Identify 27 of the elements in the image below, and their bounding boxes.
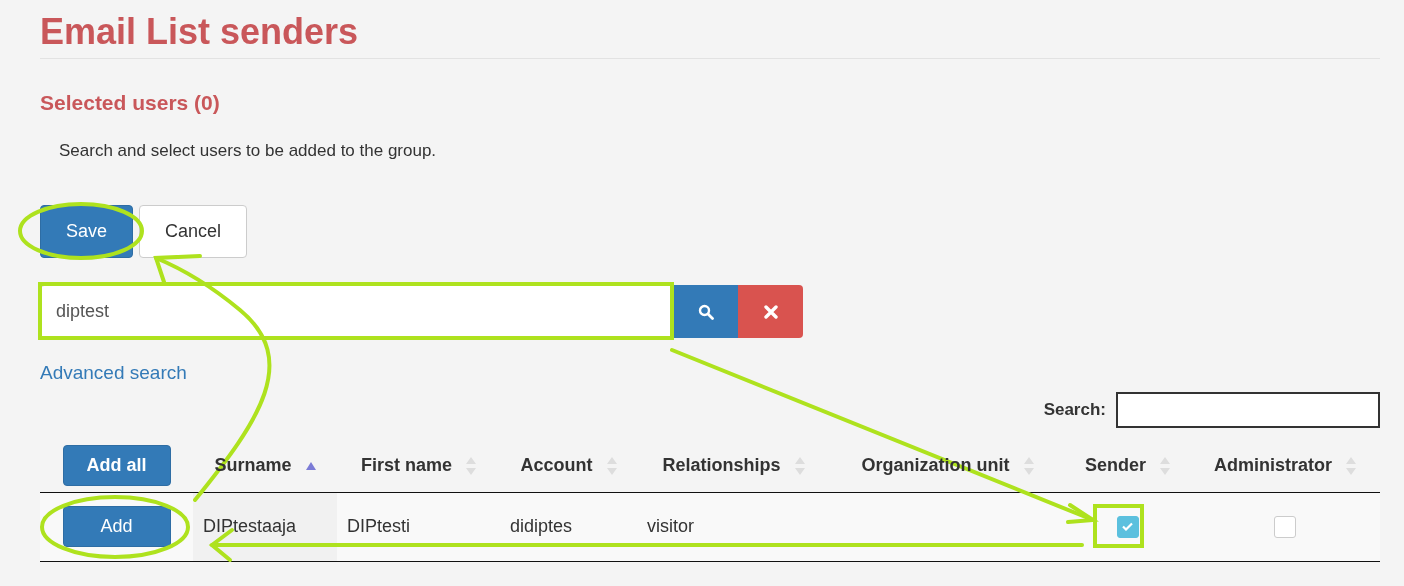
highlight-frame	[1093, 504, 1144, 548]
add-button[interactable]: Add	[62, 506, 171, 547]
filter-label: Search:	[1043, 400, 1106, 420]
cancel-button[interactable]: Cancel	[139, 205, 248, 258]
advanced-search-link[interactable]: Advanced search	[40, 362, 187, 384]
section-heading: Selected users (0)	[40, 90, 221, 116]
column-header[interactable]: Sender	[1085, 455, 1146, 477]
add-all-button[interactable]: Add all	[62, 445, 171, 487]
column-header[interactable]: Account	[520, 455, 593, 477]
table-cell: DIPtesti	[337, 492, 500, 561]
search-icon	[697, 303, 714, 320]
instructions-text: Search and select users to be added to the group.	[59, 140, 438, 162]
sender-checkbox[interactable]	[1116, 515, 1139, 538]
filter-field[interactable]	[1116, 392, 1380, 428]
column-header[interactable]: Administrator	[1214, 455, 1332, 477]
search-button[interactable]	[673, 285, 738, 338]
table-cell: didiptes	[500, 492, 637, 561]
table-cell: visitor	[637, 492, 830, 561]
clear-button[interactable]	[738, 285, 803, 338]
column-header[interactable]: Relationships	[662, 455, 781, 477]
administrator-checkbox[interactable]	[1274, 515, 1296, 538]
page-title: Email List senders	[40, 0, 1380, 59]
table-cell: DIPtestaaja	[193, 492, 337, 561]
check-icon	[1122, 522, 1133, 532]
search-field[interactable]: diptest	[40, 285, 673, 338]
close-icon	[763, 304, 778, 319]
column-header[interactable]: First name	[361, 455, 452, 477]
